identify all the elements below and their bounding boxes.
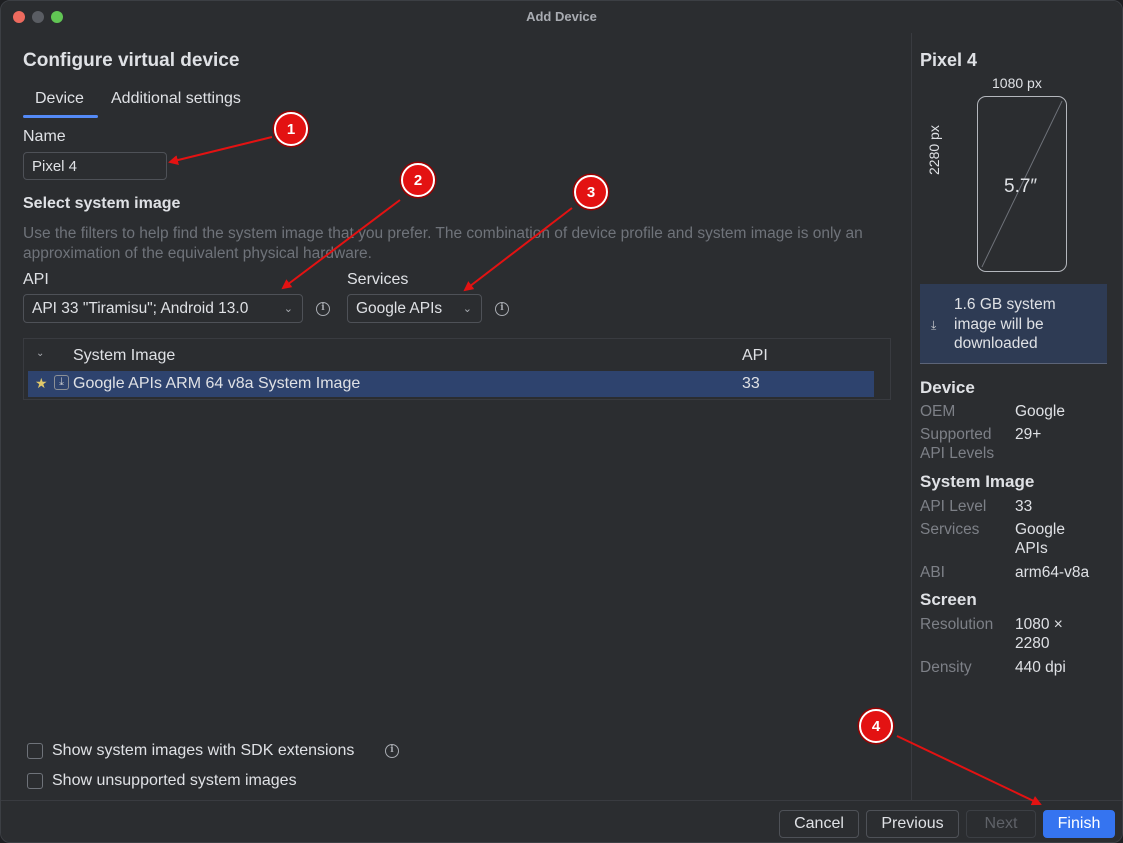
resolution-value: 1080 × 2280 (1015, 616, 1063, 652)
info-icon[interactable]: i (316, 302, 330, 316)
screen-heading: Screen (920, 590, 977, 609)
sdk-extensions-checkbox-row[interactable]: Show system images with SDK extensions (27, 742, 354, 760)
width-px-label: 1080 px (992, 75, 1042, 91)
tab-device[interactable]: Device (35, 90, 84, 108)
row-image-name: Google APIs ARM 64 v8a System Image (73, 375, 361, 392)
unsupported-images-label: Show unsupported system images (52, 772, 297, 789)
abi-key: ABI (920, 564, 945, 581)
row-api-level: 33 (742, 375, 760, 392)
annotation-badge-4: 4 (859, 709, 893, 743)
info-icon[interactable]: i (385, 744, 399, 758)
height-px-label: 2280 px (926, 125, 942, 175)
api-select-value: API 33 "Tiramisu"; Android 13.0 (32, 299, 249, 317)
unsupported-images-checkbox[interactable] (27, 773, 43, 789)
density-key: Density (920, 659, 972, 676)
resolution-key: Resolution (920, 616, 994, 633)
download-icon: ⤓ (931, 318, 937, 332)
annotation-badge-1: 1 (274, 112, 308, 146)
system-image-heading: Select system image (23, 195, 181, 212)
info-icon[interactable]: i (495, 302, 509, 316)
device-details-panel: Pixel 4 1080 px 2280 px 5.7″ ⤓ 1.6 GB sy… (911, 33, 1122, 801)
download-icon: ⤓ (54, 375, 69, 390)
window-title: Add Device (526, 9, 597, 24)
supported-api-key: Supported API Levels (920, 426, 995, 462)
dialog-footer: Cancel Previous Next Finish (1, 800, 1122, 842)
services-label: Services (347, 271, 409, 288)
device-heading: Device (920, 378, 975, 397)
services-select[interactable]: Google APIs ⌄ (347, 294, 482, 323)
services-value: Google APIs (1015, 521, 1065, 557)
api-select[interactable]: API 33 "Tiramisu"; Android 13.0 ⌄ (23, 294, 303, 323)
cancel-button[interactable]: Cancel (779, 810, 859, 838)
api-level-key: API Level (920, 498, 987, 515)
chevron-down-icon: ⌄ (283, 303, 293, 315)
download-note-text: 1.6 GB system image will be downloaded (954, 296, 1056, 352)
sdk-extensions-checkbox[interactable] (27, 743, 43, 759)
device-title: Pixel 4 (920, 50, 978, 70)
finish-button[interactable]: Finish (1043, 810, 1115, 838)
services-select-value: Google APIs (356, 299, 443, 317)
system-image-spec-heading: System Image (920, 472, 1035, 491)
filter-hint: Use the filters to help find the system … (23, 225, 863, 262)
system-image-table: ⌄ System Image API ★ ⤓ Google APIs ARM 6… (23, 338, 891, 400)
chevron-down-icon: ⌄ (462, 303, 472, 315)
abi-value: arm64-v8a (1015, 564, 1090, 581)
table-row[interactable]: ★ ⤓ Google APIs ARM 64 v8a System Image … (28, 371, 874, 397)
name-label: Name (23, 128, 66, 145)
api-level-value: 33 (1015, 498, 1033, 515)
configure-panel: Configure virtual device Device Addition… (1, 33, 911, 801)
annotation-badge-3: 3 (574, 175, 608, 209)
column-header-api[interactable]: API (742, 347, 768, 365)
chevron-down-icon[interactable]: ⌄ (36, 348, 44, 359)
title-bar: Add Device (1, 1, 1122, 33)
services-key: Services (920, 521, 980, 538)
oem-value: Google (1015, 403, 1065, 420)
page-title: Configure virtual device (23, 50, 240, 71)
supported-api-value: 29+ (1015, 426, 1042, 443)
previous-button[interactable]: Previous (866, 810, 959, 838)
sdk-extensions-label: Show system images with SDK extensions (52, 742, 355, 759)
api-label: API (23, 271, 49, 288)
column-header-system-image[interactable]: System Image (73, 347, 175, 365)
unsupported-images-checkbox-row[interactable]: Show unsupported system images (27, 772, 297, 790)
screen-diagonal: 5.7″ (1004, 176, 1038, 197)
download-notice: ⤓ 1.6 GB system image will be downloaded (920, 284, 1107, 364)
name-field[interactable]: Pixel 4 (23, 152, 167, 180)
add-device-dialog: Add Device Configure virtual device Devi… (0, 0, 1123, 843)
star-icon: ★ (35, 375, 48, 391)
density-value: 440 dpi (1015, 659, 1066, 676)
active-tab-indicator (23, 115, 98, 118)
annotation-badge-2: 2 (401, 163, 435, 197)
tab-additional-settings[interactable]: Additional settings (111, 90, 241, 108)
oem-key: OEM (920, 403, 956, 420)
next-button[interactable]: Next (966, 810, 1036, 838)
